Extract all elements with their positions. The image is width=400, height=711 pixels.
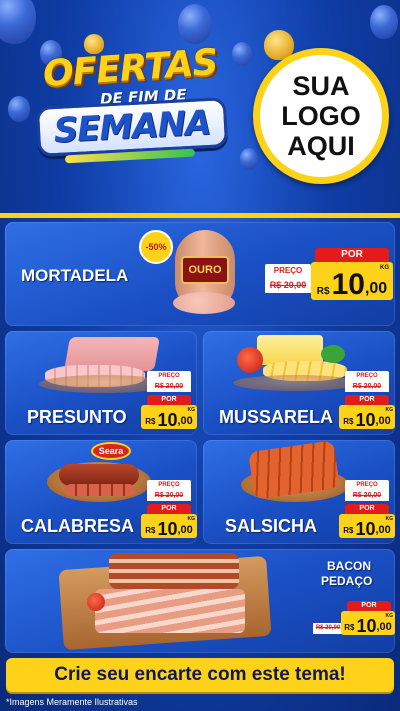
unit: KG	[385, 516, 394, 522]
unit: KG	[380, 265, 389, 271]
discount-badge-text: -50%	[145, 242, 167, 252]
price-cents: ,00	[177, 524, 193, 536]
por-label: POR	[347, 601, 391, 611]
product-card-mussarela: MUSSARELA PREÇO R$ 20,00 POR R$ 10 ,00 K…	[203, 331, 395, 435]
product-name: CALABRESA	[21, 516, 135, 536]
logo-line-1: SUA	[292, 71, 350, 101]
por-label: POR	[147, 504, 191, 514]
tomato-garnish	[237, 347, 263, 373]
price-cents: ,00	[364, 280, 388, 297]
preco-label: PREÇO	[147, 371, 191, 381]
product-card-bacon: BACON PEDAÇO POR R$ 20,00 R$ 10 ,00 KG	[5, 549, 395, 653]
new-price: R$ 10 ,00 KG	[141, 514, 197, 538]
product-name-line-1: BACON	[327, 559, 371, 573]
cta-text: Crie seu encarte com este tema!	[54, 664, 346, 685]
price-int: 10	[355, 410, 376, 430]
product-name: SALSICHA	[225, 516, 318, 536]
bacon-image	[109, 553, 239, 589]
new-price: R$ 10 ,00 KG	[141, 405, 197, 429]
price-tag: POR R$ 20,00 R$ 10 ,00 KG	[313, 601, 395, 651]
product-card-mortadela: MORTADELA OURO -50% PREÇO R$ 20,00 POR R…	[5, 222, 395, 326]
calabresa-slices	[65, 484, 135, 496]
calabresa-image	[59, 464, 139, 486]
old-price: R$ 20,00	[345, 381, 389, 392]
product-card-calabresa: Seara CALABRESA PREÇO R$ 20,00 POR R$ 10…	[5, 440, 197, 544]
price-tag: PREÇO R$ 20,00 POR R$ 10 ,00 KG	[265, 248, 393, 306]
title-semana: SEMANA	[52, 102, 212, 152]
logo-line-2: LOGO	[281, 101, 361, 131]
currency: R$	[344, 623, 355, 632]
price-tag: PREÇO R$ 20,00 POR R$ 10 ,00 KG	[141, 371, 197, 431]
balloon-icon	[370, 5, 398, 39]
mortadela-brand: OURO	[188, 264, 222, 276]
unit: KG	[385, 613, 394, 619]
por-label: POR	[315, 248, 389, 262]
campaign-title: OFERTAS DE FIM DE SEMANA	[25, 42, 230, 168]
footnote: *Imagens Meramente Ilustrativas	[6, 697, 138, 707]
currency: R$	[343, 526, 354, 535]
product-name: PRESUNTO	[27, 407, 127, 427]
price-cents: ,00	[375, 415, 391, 427]
balloon-icon	[178, 4, 212, 44]
balloon-icon	[232, 42, 252, 66]
tomato-garnish	[87, 593, 105, 611]
preco-label: PREÇO	[147, 480, 191, 490]
product-name: MORTADELA	[21, 266, 129, 285]
old-price: R$ 20,00	[265, 277, 311, 293]
price-tag: PREÇO R$ 20,00 POR R$ 10 ,00 KG	[141, 480, 197, 540]
old-price: R$ 20,00	[313, 623, 343, 634]
new-price: R$ 10 ,00 KG	[311, 262, 393, 300]
preco-label: PREÇO	[265, 264, 311, 277]
por-label: POR	[345, 395, 389, 405]
divider	[0, 213, 400, 218]
por-label: POR	[345, 504, 389, 514]
title-ofertas: OFERTAS	[41, 41, 219, 96]
currency: R$	[343, 417, 354, 426]
price-int: 10	[157, 519, 178, 539]
product-name-line-2: PEDAÇO	[321, 574, 373, 588]
header: OFERTAS DE FIM DE SEMANA SUA LOGO AQUI	[0, 0, 400, 215]
product-name: MUSSARELA	[219, 407, 334, 427]
por-label: POR	[147, 395, 191, 405]
price-cents: ,00	[177, 415, 193, 427]
new-price: R$ 10 ,00 KG	[339, 405, 395, 429]
mortadela-slices	[173, 292, 235, 314]
price-int: 10	[157, 410, 178, 430]
bacon-slices	[95, 589, 245, 633]
product-card-salsicha: SALSICHA PREÇO R$ 20,00 POR R$ 10 ,00 KG	[203, 440, 395, 544]
herb-garnish	[321, 345, 345, 363]
price-cents: ,00	[375, 524, 391, 536]
currency: R$	[145, 417, 156, 426]
new-price: R$ 10 ,00 KG	[341, 611, 395, 635]
balloon-icon	[0, 0, 36, 44]
preco-label: PREÇO	[345, 371, 389, 381]
price-int: 10	[355, 519, 376, 539]
currency: R$	[145, 526, 156, 535]
price-tag: PREÇO R$ 20,00 POR R$ 10 ,00 KG	[339, 480, 395, 540]
old-price: R$ 20,00	[345, 490, 389, 501]
price-int: 10	[331, 268, 365, 301]
product-card-presunto: PRESUNTO PREÇO R$ 20,00 POR R$ 10 ,00 KG	[5, 331, 197, 435]
preco-label: PREÇO	[345, 480, 389, 490]
new-price: R$ 10 ,00 KG	[339, 514, 395, 538]
mortadela-label: OURO	[181, 256, 229, 284]
unit: KG	[187, 516, 196, 522]
price-int: 10	[356, 616, 377, 636]
balloon-icon	[240, 148, 258, 170]
seara-brand: Seara	[98, 446, 124, 456]
old-price: R$ 20,00	[147, 490, 191, 501]
logo-line-3: AQUI	[287, 131, 355, 161]
price-tag: PREÇO R$ 20,00 POR R$ 10 ,00 KG	[339, 371, 395, 431]
flyer: OFERTAS DE FIM DE SEMANA SUA LOGO AQUI M…	[0, 0, 400, 711]
discount-badge: -50%	[139, 230, 173, 264]
currency: R$	[316, 286, 330, 297]
logo-placeholder: SUA LOGO AQUI	[253, 48, 389, 184]
price-cents: ,00	[376, 621, 392, 633]
unit: KG	[187, 407, 196, 413]
title-semana-plate: SEMANA	[35, 97, 229, 157]
old-price: R$ 20,00	[147, 381, 191, 392]
cta-banner[interactable]: Crie seu encarte com este tema!	[6, 658, 394, 692]
unit: KG	[385, 407, 394, 413]
seara-logo: Seara	[91, 442, 131, 460]
